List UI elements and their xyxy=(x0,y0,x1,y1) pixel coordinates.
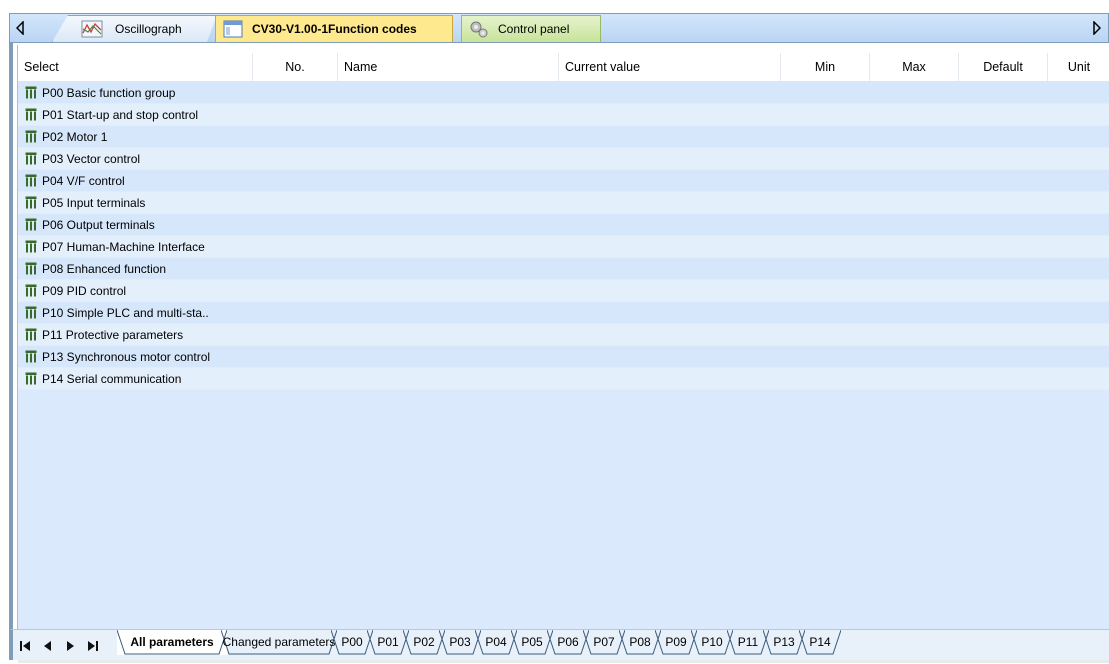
sheet-tab-label: P04 xyxy=(485,635,507,649)
triangle-left-icon xyxy=(44,641,51,651)
sheet-tab-label: P10 xyxy=(701,635,723,649)
parameter-group-row[interactable]: P00 Basic function group xyxy=(18,82,1109,104)
skip-last-icon xyxy=(88,641,98,651)
sheet-tab-label: P05 xyxy=(521,635,543,649)
parameter-group-row[interactable]: P02 Motor 1 xyxy=(18,126,1109,148)
parameter-group-icon xyxy=(25,130,37,143)
parameter-group-label: P07 Human-Machine Interface xyxy=(42,239,205,254)
parameter-group-icon xyxy=(25,262,37,275)
parameter-group-label: P05 Input terminals xyxy=(42,195,146,210)
previous-sheet-button[interactable] xyxy=(41,639,55,653)
function-codes-window: Oscillograph CV30-V1.00-1Function codes xyxy=(0,0,1109,663)
sheet-tab-label: P14 xyxy=(809,635,831,649)
parameter-group-row[interactable]: P08 Enhanced function xyxy=(18,258,1109,280)
sheet-tab-label: All parameters xyxy=(130,635,214,649)
column-header-current-value[interactable]: Current value xyxy=(559,53,781,81)
last-sheet-button[interactable] xyxy=(85,639,99,653)
tab-function-codes[interactable]: CV30-V1.00-1Function codes xyxy=(215,15,453,42)
parameter-group-icon xyxy=(25,328,37,341)
parameter-group-icon xyxy=(25,240,37,253)
sheet-tab-all-parameters[interactable]: All parameters xyxy=(117,630,227,655)
parameter-group-row[interactable]: P03 Vector control xyxy=(18,148,1109,170)
parameter-group-icon xyxy=(25,372,37,385)
triangle-right-icon xyxy=(1093,21,1101,35)
parameter-group-icon xyxy=(25,108,37,121)
sheet-tab-label: P11 xyxy=(737,635,759,649)
parameter-group-row[interactable]: P01 Start-up and stop control xyxy=(18,104,1109,126)
oscillograph-icon xyxy=(81,19,103,39)
tab-control-panel[interactable]: Control panel xyxy=(461,15,601,42)
next-sheet-button[interactable] xyxy=(63,639,77,653)
function-code-panel: Select No. Name Current value Min Max De… xyxy=(9,43,1109,663)
grid-container: Select No. Name Current value Min Max De… xyxy=(17,45,1109,663)
grid-header: Select No. Name Current value Min Max De… xyxy=(18,53,1109,82)
tab-oscillograph-label: Oscillograph xyxy=(115,22,182,36)
parameter-group-label: P06 Output terminals xyxy=(42,217,155,232)
tab-oscillograph[interactable]: Oscillograph xyxy=(52,15,217,42)
sheet-tab-p14[interactable]: P14 xyxy=(799,630,841,655)
sheet-tab-label: P13 xyxy=(773,635,795,649)
column-header-unit[interactable]: Unit xyxy=(1048,53,1109,81)
parameter-group-label: P09 PID control xyxy=(42,283,127,298)
column-header-name[interactable]: Name xyxy=(338,53,559,81)
parameter-group-icon xyxy=(25,218,37,231)
parameter-group-icon xyxy=(25,350,37,363)
sheet-tab-bar: All parameters Changed parameters P00 P01 P0… xyxy=(9,629,1109,660)
parameter-group-row[interactable]: P04 V/F control xyxy=(18,170,1109,192)
parameter-group-icon xyxy=(25,306,37,319)
skip-first-icon xyxy=(20,641,30,651)
triangle-left-icon xyxy=(16,21,24,35)
sheet-tab-label: P00 xyxy=(341,635,363,649)
parameter-group-row[interactable]: P06 Output terminals xyxy=(18,214,1109,236)
parameter-group-row[interactable]: P14 Serial communication xyxy=(18,368,1109,390)
parameter-group-row[interactable]: P10 Simple PLC and multi-sta.. xyxy=(18,302,1109,324)
parameter-group-label: P11 Protective parameters xyxy=(42,327,184,342)
function-codes-icon xyxy=(222,19,244,39)
parameter-group-label: P14 Serial communication xyxy=(42,371,182,386)
tab-scroll-right-button[interactable] xyxy=(1088,14,1108,42)
sheet-tab-label: P09 xyxy=(665,635,687,649)
first-sheet-button[interactable] xyxy=(19,639,33,653)
parameter-group-label: P03 Vector control xyxy=(42,151,141,166)
column-header-no[interactable]: No. xyxy=(253,53,338,81)
gears-icon xyxy=(468,19,490,39)
column-header-select[interactable]: Select xyxy=(18,53,253,81)
parameter-group-label: P01 Start-up and stop control xyxy=(42,107,199,122)
parameter-group-row[interactable]: P09 PID control xyxy=(18,280,1109,302)
parameter-group-label: P00 Basic function group xyxy=(42,85,176,100)
parameter-group-icon xyxy=(25,284,37,297)
tab-control-panel-label: Control panel xyxy=(498,22,570,36)
parameter-group-label: P10 Simple PLC and multi-sta.. xyxy=(42,305,209,320)
parameter-group-icon xyxy=(25,174,37,187)
sheet-tab-label: P08 xyxy=(629,635,651,649)
parameter-group-icon xyxy=(25,196,37,209)
sheet-tab-label: Changed parameters xyxy=(222,635,336,649)
document-tab-bar: Oscillograph CV30-V1.00-1Function codes xyxy=(9,13,1109,43)
sheet-tab-label: P07 xyxy=(593,635,615,649)
parameter-group-row[interactable]: P13 Synchronous motor control xyxy=(18,346,1109,368)
tab-scroll-left-button[interactable] xyxy=(10,14,30,42)
parameter-group-label: P04 V/F control xyxy=(42,173,125,188)
parameter-group-row[interactable]: P11 Protective parameters xyxy=(18,324,1109,346)
sheet-tab-label: P01 xyxy=(377,635,399,649)
parameter-group-row[interactable]: P05 Input terminals xyxy=(18,192,1109,214)
parameter-group-row[interactable]: P07 Human-Machine Interface xyxy=(18,236,1109,258)
parameter-group-icon xyxy=(25,86,37,99)
tab-function-codes-label: CV30-V1.00-1Function codes xyxy=(252,22,417,36)
column-header-min[interactable]: Min xyxy=(781,53,870,81)
triangle-right-icon xyxy=(67,641,74,651)
sheet-tab-label: P02 xyxy=(413,635,435,649)
column-header-default[interactable]: Default xyxy=(959,53,1048,81)
parameter-group-label: P13 Synchronous motor control xyxy=(42,349,211,364)
parameter-group-icon xyxy=(25,152,37,165)
column-header-max[interactable]: Max xyxy=(870,53,959,81)
sheet-tab-label: P06 xyxy=(557,635,579,649)
parameter-group-label: P02 Motor 1 xyxy=(42,129,108,144)
sheet-tab-label: P03 xyxy=(449,635,471,649)
parameter-group-label: P08 Enhanced function xyxy=(42,261,167,276)
sheet-tab-changed-parameters[interactable]: Changed parameters xyxy=(221,630,337,655)
